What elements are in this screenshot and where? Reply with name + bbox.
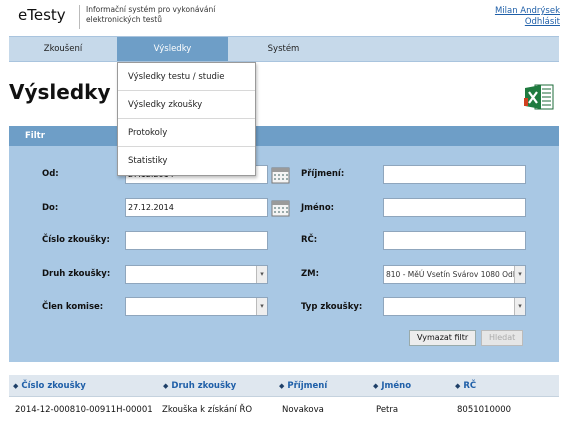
zm-value: 810 - MěÚ Vsetín Svárov 1080 Odbor [386, 270, 526, 279]
column-header-cislo-zkousky[interactable]: ◆ Číslo zkoušky [13, 375, 86, 397]
druh-zkousky-select[interactable]: ▾ [125, 265, 268, 284]
calendar-icon[interactable] [271, 165, 290, 184]
chevron-down-icon: ▾ [514, 298, 525, 315]
jmeno-label: Jméno: [301, 203, 335, 213]
menu-item-protokoly[interactable]: Protokoly [118, 119, 255, 147]
table-row[interactable]: 2014-12-000810-00911H-00001 Zkouška k zí… [9, 399, 559, 421]
calendar-icon[interactable] [271, 198, 290, 217]
cell-cislo-zkousky: 2014-12-000810-00911H-00001 [15, 405, 153, 415]
rc-input[interactable] [383, 231, 526, 250]
chevron-down-icon: ▾ [256, 266, 267, 283]
column-header-prijmeni[interactable]: ◆ Příjmení [279, 375, 327, 397]
clear-filter-button[interactable]: Vymazat filtr [409, 330, 477, 346]
excel-export-icon[interactable] [524, 84, 554, 110]
sort-icon: ◆ [13, 382, 19, 390]
zm-label: ZM: [301, 269, 320, 279]
do-label: Do: [42, 203, 59, 213]
jmeno-input[interactable] [383, 198, 526, 217]
cell-rc: 8051010000 [457, 405, 512, 415]
cislo-zkousky-input[interactable] [125, 231, 268, 250]
column-header-druh-zkousky[interactable]: ◆ Druh zkoušky [163, 375, 236, 397]
chevron-down-icon: ▾ [514, 266, 525, 283]
menu-item-vysledky-testu[interactable]: Výsledky testu / studie [118, 63, 255, 91]
logout-link[interactable]: Odhlásit [495, 17, 560, 28]
prijmeni-input[interactable] [383, 165, 526, 184]
user-links: Milan Andrýsek Odhlásit [495, 6, 560, 28]
search-button[interactable]: Hledat [481, 330, 524, 346]
do-date-input[interactable]: 27.12.2014 [125, 198, 268, 217]
app-tagline: Informační systém pro vykonávání elektro… [86, 5, 216, 24]
typ-zkousky-select[interactable]: ▾ [383, 297, 526, 316]
filter-panel: Filtr Od: 27.12.2014 Do: 27.12.2014 Čísl… [9, 126, 559, 362]
chevron-down-icon: ▾ [256, 298, 267, 315]
app-header: eTesty Informační systém pro vykonávání … [0, 0, 575, 34]
app-logo: eTesty [18, 6, 66, 24]
clen-komise-select[interactable]: ▾ [125, 297, 268, 316]
druh-zkousky-label: Druh zkoušky: [42, 269, 111, 279]
cislo-zkousky-label: Číslo zkoušky: [42, 235, 110, 245]
results-table-header: ◆ Číslo zkoušky ◆ Druh zkoušky ◆ Příjmení ◆… [9, 375, 559, 397]
logo-divider [79, 5, 80, 29]
column-header-jmeno[interactable]: ◆ Jméno [373, 375, 411, 397]
typ-zkousky-label: Typ zkoušky: [301, 302, 363, 312]
column-header-rc[interactable]: ◆ RČ [455, 375, 476, 397]
prijmeni-label: Příjmení: [301, 169, 345, 179]
sort-icon: ◆ [455, 382, 461, 390]
clen-komise-label: Člen komise: [42, 302, 104, 312]
rc-label: RČ: [301, 235, 318, 245]
menu-item-statistiky[interactable]: Statistiky [118, 147, 255, 175]
od-label: Od: [42, 169, 59, 179]
filter-heading: Filtr [9, 126, 559, 146]
sort-icon: ◆ [373, 382, 379, 390]
tab-zkouseni[interactable]: Zkoušení [9, 37, 117, 61]
main-nav: Zkoušení Výsledky Systém [9, 36, 559, 62]
sort-icon: ◆ [279, 382, 285, 390]
cell-prijmeni: Novakova [282, 405, 324, 415]
zm-select[interactable]: 810 - MěÚ Vsetín Svárov 1080 Odbor ▾ [383, 265, 526, 284]
sort-icon: ◆ [163, 382, 169, 390]
vysledky-dropdown-menu: Výsledky testu / studie Výsledky zkoušky… [117, 62, 256, 176]
menu-item-vysledky-zkousky[interactable]: Výsledky zkoušky [118, 91, 255, 119]
user-name-link[interactable]: Milan Andrýsek [495, 6, 560, 17]
cell-jmeno: Petra [376, 405, 399, 415]
cell-druh-zkousky: Zkouška k získání ŘO [162, 405, 253, 415]
tab-system[interactable]: Systém [228, 37, 339, 61]
tab-vysledky[interactable]: Výsledky [117, 37, 228, 61]
